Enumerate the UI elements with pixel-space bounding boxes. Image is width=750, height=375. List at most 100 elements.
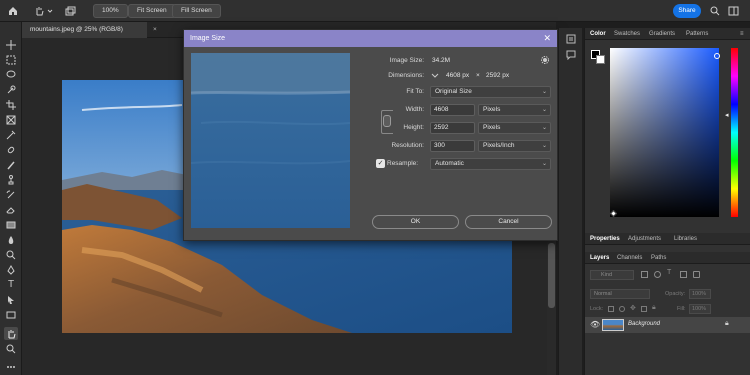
hand-tool-icon[interactable] (32, 4, 46, 18)
more-tools-icon[interactable] (4, 360, 18, 373)
tab-channels[interactable]: Channels (617, 252, 642, 264)
lock-artboard-icon[interactable] (641, 306, 647, 312)
dialog-titlebar[interactable]: Image Size ✕ (184, 30, 557, 47)
scrollbar-thumb[interactable] (548, 243, 555, 308)
image-size-label: Image Size: (389, 57, 424, 64)
tab-patterns[interactable]: Patterns (686, 28, 708, 40)
pen-tool-icon[interactable] (4, 263, 18, 276)
filter-type-icon[interactable]: T (667, 269, 671, 276)
path-selection-tool-icon[interactable] (4, 293, 18, 306)
hue-slider-arrow-icon[interactable]: ◂ (725, 111, 729, 119)
workspace-icon[interactable] (726, 4, 740, 18)
frame-tool-icon[interactable] (4, 113, 18, 126)
crop-tool-icon[interactable] (4, 98, 18, 111)
lock-image-icon[interactable] (619, 306, 625, 312)
tab-libraries[interactable]: Libraries (674, 233, 697, 245)
quick-select-tool-icon[interactable] (4, 83, 18, 96)
settings-gear-icon[interactable] (540, 55, 550, 67)
lock-all-icon[interactable]: 🔒︎ (652, 304, 656, 312)
resolution-unit-value: Pixels/Inch (483, 142, 515, 149)
resample-select[interactable]: Automatic ⌄ (430, 158, 551, 170)
image-preview[interactable] (191, 53, 350, 228)
layer-filter-value: Kind (601, 272, 613, 278)
layer-thumbnail (602, 319, 624, 331)
tab-paths[interactable]: Paths (651, 252, 666, 264)
layer-filter-select[interactable]: Kind (590, 270, 634, 280)
chevron-down-icon: ⌄ (541, 125, 547, 131)
filter-adjustment-icon[interactable] (654, 271, 661, 278)
width-unit-select[interactable]: Pixels ⌄ (478, 104, 551, 116)
blend-mode-select[interactable]: Normal (590, 289, 650, 299)
hue-slider[interactable] (731, 48, 738, 217)
lock-transparent-icon[interactable] (608, 306, 614, 312)
layer-lock-icon: 🔒︎ (725, 320, 729, 327)
chevron-down-icon: ⌄ (541, 89, 547, 95)
filter-smart-object-icon[interactable] (693, 271, 700, 278)
color-picker-field[interactable] (610, 48, 719, 217)
height-unit-select[interactable]: Pixels ⌄ (478, 122, 551, 134)
tab-adjustments[interactable]: Adjustments (628, 233, 661, 245)
tab-gradients[interactable]: Gradients (649, 28, 675, 40)
visibility-eye-icon[interactable]: 👁︎ (590, 320, 600, 329)
resolution-unit-select[interactable]: Pixels/Inch ⌄ (478, 140, 551, 152)
options-bar: 100% Fit Screen Fill Screen Share (0, 0, 750, 22)
fill-label: Fill: (677, 306, 686, 312)
height-input[interactable]: 2592 (430, 122, 475, 134)
layer-name: Background (628, 321, 661, 327)
marquee-tool-icon[interactable] (4, 53, 18, 66)
healing-brush-tool-icon[interactable] (4, 143, 18, 156)
width-input[interactable]: 4608 (430, 104, 475, 116)
dimensions-times: × (476, 72, 480, 79)
rectangle-tool-icon[interactable] (4, 308, 18, 321)
blur-tool-icon[interactable] (4, 233, 18, 246)
filter-shape-icon[interactable] (680, 271, 687, 278)
gradient-tool-icon[interactable] (4, 218, 18, 231)
fill-screen-button[interactable]: Fill Screen (172, 4, 221, 18)
move-tool-icon[interactable] (4, 38, 18, 51)
eyedropper-tool-icon[interactable] (4, 128, 18, 141)
close-icon[interactable]: ✕ (543, 30, 551, 47)
document-tab[interactable]: mountains.jpeg @ 25% (RGB/8) × (22, 22, 157, 38)
home-icon[interactable] (6, 4, 20, 18)
layer-row[interactable]: 👁︎ Background 🔒︎ (585, 317, 750, 333)
zoom-100-button[interactable]: 100% (93, 4, 128, 18)
history-brush-tool-icon[interactable] (4, 188, 18, 201)
search-icon[interactable] (708, 4, 722, 18)
opacity-input[interactable]: 100% (689, 289, 711, 299)
comments-panel-icon[interactable] (566, 50, 576, 62)
type-tool-icon[interactable]: T (4, 278, 18, 291)
fit-screen-button[interactable]: Fit Screen (128, 4, 176, 18)
arrange-windows-icon[interactable] (63, 4, 77, 18)
blend-mode-value: Normal (594, 291, 612, 297)
tab-swatches[interactable]: Swatches (614, 28, 640, 40)
ok-button[interactable]: OK (372, 215, 459, 229)
clone-stamp-tool-icon[interactable] (4, 173, 18, 186)
fit-to-select[interactable]: Original Size ⌄ (430, 86, 551, 98)
resample-label: Resample: (387, 160, 419, 167)
dodge-tool-icon[interactable] (4, 248, 18, 261)
share-button[interactable]: Share (673, 4, 701, 18)
chevron-down-icon[interactable] (46, 4, 54, 18)
close-tab-icon[interactable]: × (153, 22, 157, 38)
lasso-tool-icon[interactable] (4, 68, 18, 81)
cancel-button[interactable]: Cancel (465, 215, 552, 229)
history-panel-icon[interactable] (566, 34, 576, 46)
panel-menu-icon[interactable]: ≡ (740, 28, 744, 40)
background-color-swatch[interactable] (596, 55, 605, 64)
hand-tool-icon[interactable] (4, 327, 18, 340)
tools-panel: T (0, 22, 22, 375)
tab-layers[interactable]: Layers (590, 252, 609, 264)
filter-pixel-icon[interactable] (641, 271, 648, 278)
fill-input[interactable]: 100% (689, 304, 711, 314)
resample-checkbox[interactable]: ✓ (376, 159, 385, 168)
eraser-tool-icon[interactable] (4, 203, 18, 216)
color-picker-handle[interactable] (714, 53, 720, 59)
tab-color[interactable]: Color (590, 28, 606, 40)
lock-position-icon[interactable]: ✥ (630, 304, 636, 312)
resolution-input[interactable]: 300 (430, 140, 475, 152)
image-size-value: 34.2M (432, 57, 451, 64)
brush-tool-icon[interactable] (4, 158, 18, 171)
tab-properties[interactable]: Properties (590, 233, 620, 245)
dimensions-chevron-icon[interactable] (431, 72, 439, 82)
zoom-tool-icon[interactable] (4, 342, 18, 355)
